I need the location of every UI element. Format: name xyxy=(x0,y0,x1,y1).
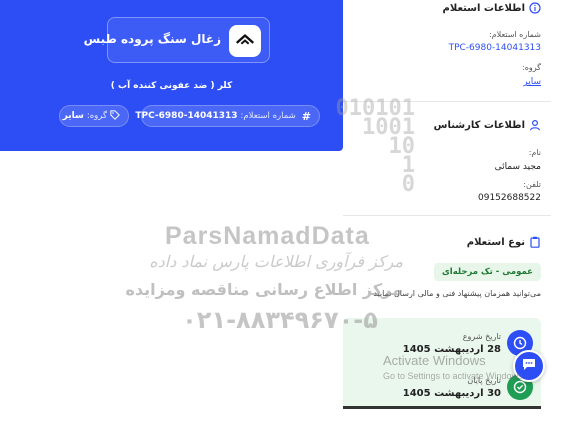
watermark-brand: ParsNamadData xyxy=(165,222,370,250)
end-date: تاریخ پایان 30 اردیبهشت 1405 xyxy=(403,376,501,399)
chat-button[interactable] xyxy=(513,350,545,382)
info-number-label: شماره استعلام: xyxy=(489,30,541,39)
expert-section-title: اطلاعات کارشناس xyxy=(434,119,541,131)
expert-name-label: نام: xyxy=(528,148,541,157)
expert-phone-label: تلفن: xyxy=(523,180,541,189)
user-icon xyxy=(529,119,541,131)
type-section-title: نوع استعلام xyxy=(467,236,541,248)
group-value: سایر xyxy=(62,111,84,121)
group-label: گروه: xyxy=(86,111,107,121)
type-description: می‌توانید همزمان پیشنهاد فنی و مالی ارسا… xyxy=(373,289,541,298)
brand-name: زغال سنگ پروده طبس xyxy=(83,32,221,46)
start-date: تاریخ شروع 28 اردیبهشت 1405 xyxy=(403,332,501,355)
dates-panel-edge xyxy=(343,406,541,409)
divider xyxy=(343,215,551,216)
tag-icon xyxy=(110,109,120,123)
divider xyxy=(343,101,551,102)
start-date-value: 28 اردیبهشت 1405 xyxy=(402,344,501,355)
brand-card[interactable]: زغال سنگ پروده طبس xyxy=(84,17,270,63)
group-pill: گروه: سایر xyxy=(59,105,129,127)
info-group-label: گروه: xyxy=(522,63,541,72)
end-date-value: 30 اردیبهشت 1405 xyxy=(402,388,501,399)
tender-subject: کلر ( ضد عفونی کننده آب ) xyxy=(110,81,233,91)
dates-panel: تاریخ شروع 28 اردیبهشت 1405 تاریخ پایان … xyxy=(343,318,541,406)
info-group-link[interactable]: سایر xyxy=(523,77,541,87)
tender-number-pill: # شماره استعلام: TPC-6980-14041313 xyxy=(135,105,320,127)
chat-icon xyxy=(521,356,537,376)
hero-header: زغال سنگ پروده طبس کلر ( ضد عفونی کننده … xyxy=(0,0,343,151)
info-circle-icon xyxy=(529,2,541,14)
start-date-label: تاریخ شروع xyxy=(462,332,501,341)
expert-phone-value[interactable]: 09152688522 xyxy=(478,193,541,203)
end-date-label: تاریخ پایان xyxy=(467,376,501,385)
tender-number-value: TPC-6980-14041313 xyxy=(135,111,238,121)
type-badge: عمومی - تک مرحله‌ای xyxy=(433,263,541,281)
expert-name-value: مجید سمائی xyxy=(494,162,541,172)
clipboard-icon xyxy=(529,236,541,248)
info-section-title: اطلاعات استعلام xyxy=(443,2,541,14)
tender-number-label: شماره استعلام: xyxy=(240,111,296,121)
roof-logo-icon xyxy=(229,25,261,57)
hash-icon: # xyxy=(301,109,311,123)
info-number-value: TPC-6980-14041313 xyxy=(448,43,541,53)
